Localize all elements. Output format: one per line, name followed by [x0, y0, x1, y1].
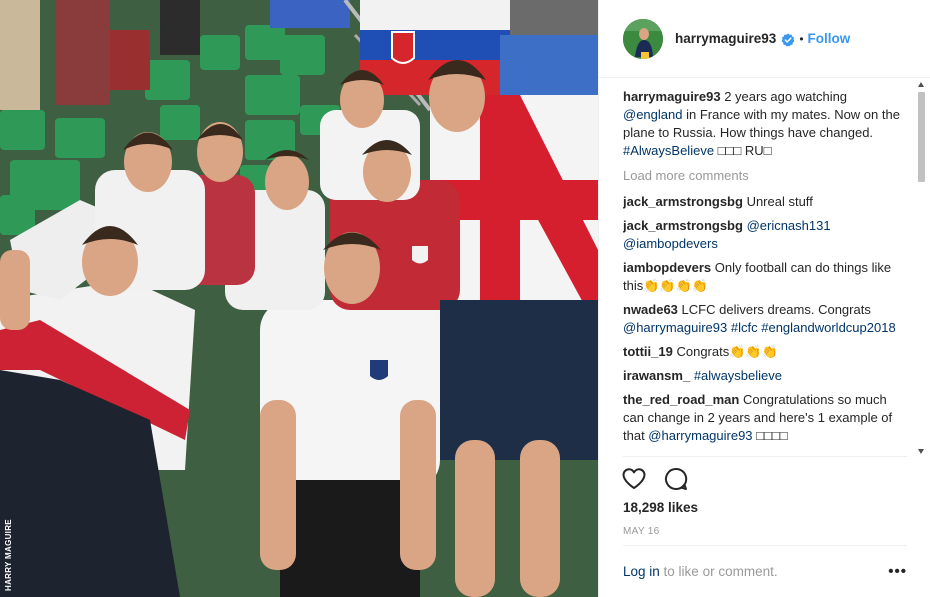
header-username[interactable]: harrymaguire93 [675, 31, 776, 46]
comments-list[interactable]: harrymaguire93 2 years ago watching @eng… [623, 88, 901, 456]
comment-username[interactable]: nwade63 [623, 302, 678, 317]
comment-link[interactable]: #alwaysbelieve [694, 368, 782, 383]
scroll-up-icon[interactable] [918, 82, 924, 87]
caption-hashtag-link[interactable]: #AlwaysBelieve [623, 143, 714, 158]
heart-icon[interactable] [621, 466, 647, 492]
comment-username[interactable]: jack_armstrongsbg [623, 194, 743, 209]
header-separator: • [799, 31, 804, 46]
comment-text: Congrats👏👏👏 [676, 344, 778, 359]
actions-divider [623, 456, 907, 457]
avatar-image [623, 18, 663, 59]
comment-username[interactable]: iambopdevers [623, 260, 711, 275]
comment-item: jack_armstrongsbg Unreal stuff [623, 193, 901, 211]
avatar[interactable] [623, 18, 663, 59]
verified-badge-icon [781, 33, 795, 47]
comment-username[interactable]: the_red_road_man [623, 392, 739, 407]
post-sidebar: harrymaguire93 • Follow harrymaguire93 2… [598, 0, 930, 597]
photo-credit-text: HARRY MAGUIRE [4, 519, 13, 591]
comment-link[interactable]: @harrymaguire93 [648, 428, 752, 443]
caption-emoji: □□□ RU□ [717, 143, 772, 158]
caption-mention-link[interactable]: @england [623, 107, 682, 122]
scrollbar-thumb[interactable] [918, 92, 925, 182]
more-options-icon[interactable]: ••• [888, 563, 907, 580]
comment-item: jack_armstrongsbg @ericnash131 @iambopde… [623, 217, 901, 253]
post-footer: Log in to like or comment. ••• [623, 545, 907, 597]
load-more-comments-button[interactable]: Load more comments [623, 167, 901, 185]
follow-button[interactable]: Follow [808, 31, 851, 46]
post-photo[interactable]: HARRY MAGUIRE [0, 0, 598, 597]
photo-credit: HARRY MAGUIRE [2, 501, 14, 591]
comment-link[interactable]: @iambopdevers [623, 236, 718, 251]
comment-text: LCFC delivers dreams. Congrats [681, 302, 871, 317]
comment-link[interactable]: #lcfc [731, 320, 758, 335]
comment-link[interactable]: #englandworldcup2018 [761, 320, 895, 335]
comment-username[interactable]: irawansm_ [623, 368, 690, 383]
comment-item: nwade63 LCFC delivers dreams. Congrats @… [623, 301, 901, 337]
comment-link[interactable]: @harrymaguire93 [623, 320, 727, 335]
post-caption: harrymaguire93 2 years ago watching @eng… [623, 88, 901, 160]
comment-username[interactable]: jack_armstrongsbg [623, 218, 743, 233]
caption-username[interactable]: harrymaguire93 [623, 89, 721, 104]
comment-item: the_red_road_man Congratulations so much… [623, 391, 901, 445]
likes-count[interactable]: 18,298 likes [623, 500, 698, 515]
comment-items: jack_armstrongsbg Unreal stuff jack_armst… [623, 193, 901, 445]
comment-text: □□□□ [752, 428, 788, 443]
login-prompt-rest: to like or comment. [659, 564, 778, 579]
comment-item: iambopdevers Only football can do things… [623, 259, 901, 295]
scroll-down-icon[interactable] [918, 449, 924, 454]
post-header: harrymaguire93 • Follow [599, 0, 930, 78]
comment-link[interactable]: @ericnash131 [747, 218, 831, 233]
comment-item: irawansm_ #alwaysbelieve [623, 367, 901, 385]
login-prompt: Log in to like or comment. [623, 564, 778, 579]
photo-illustration [0, 0, 598, 597]
comment-bubble-icon[interactable] [663, 466, 689, 492]
post-actions [621, 466, 689, 492]
comment-username[interactable]: tottii_19 [623, 344, 673, 359]
comment-item: tottii_19 Congrats👏👏👏 [623, 343, 901, 361]
comment-text: Unreal stuff [746, 194, 813, 209]
caption-text-1: 2 years ago watching [724, 89, 848, 104]
post-date: MAY 16 [623, 526, 660, 537]
login-link[interactable]: Log in [623, 564, 660, 579]
comments-scrollbar[interactable] [917, 80, 926, 456]
